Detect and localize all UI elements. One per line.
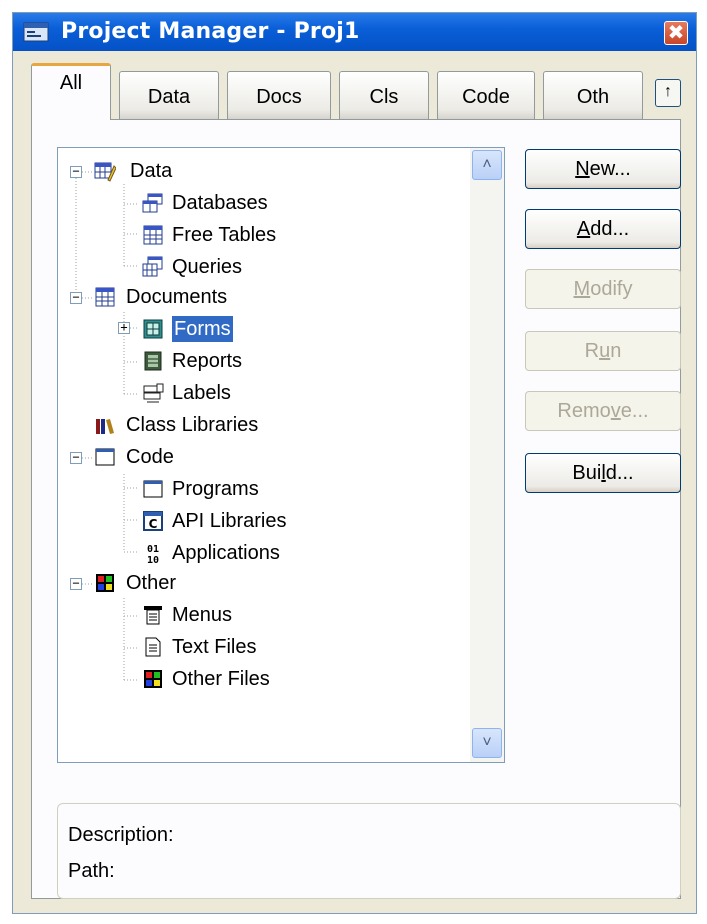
button-label-post: e... xyxy=(620,400,649,422)
documents-icon xyxy=(95,287,115,307)
tab-scroll-button[interactable]: ↑ xyxy=(655,79,681,107)
tree-item-label: Code xyxy=(126,446,174,468)
tab-data[interactable]: Data xyxy=(119,71,219,119)
arrow-up-icon: ↑ xyxy=(664,83,672,100)
tree-item-label: Other xyxy=(126,572,177,594)
tab-label: Docs xyxy=(256,86,302,108)
title-bar[interactable]: Project Manager - Proj1 ✖ xyxy=(13,13,696,51)
collapse-data-toggle[interactable]: − xyxy=(70,165,82,178)
build-button[interactable]: Build... xyxy=(525,453,681,493)
collapse-documents-toggle[interactable]: − xyxy=(70,291,82,304)
tab-all[interactable]: All xyxy=(31,63,111,120)
tree-item-label: Text Files xyxy=(172,636,257,658)
reports-icon xyxy=(144,351,162,371)
chevron-down-icon: ˅ xyxy=(482,734,492,751)
tab-cls[interactable]: Cls xyxy=(339,71,429,119)
tree-item-label: Queries xyxy=(172,256,243,278)
data-icon xyxy=(94,162,116,182)
tree-scrollbar[interactable]: ˄ ˅ xyxy=(470,148,504,762)
queries-icon xyxy=(142,256,163,277)
text-files-icon xyxy=(145,637,161,657)
collapse-code-toggle[interactable]: − xyxy=(70,451,82,464)
button-accelerator: N xyxy=(575,158,590,180)
class-libraries-icon xyxy=(96,419,114,434)
close-icon: ✖ xyxy=(667,22,685,44)
tab-label: Cls xyxy=(369,86,399,108)
tab-label: All xyxy=(59,72,83,94)
tab-label: Code xyxy=(462,86,510,108)
add-button[interactable]: Add... xyxy=(525,209,681,249)
tree-item-label: Labels xyxy=(172,382,231,404)
databases-icon xyxy=(142,193,163,213)
run-button[interactable]: Run xyxy=(525,331,681,371)
menus-icon xyxy=(144,606,162,625)
remove-button[interactable]: Remove... xyxy=(525,391,681,431)
tree-item-label: Class Libraries xyxy=(126,414,259,436)
other-files-icon xyxy=(144,670,162,688)
description-label: Description: xyxy=(68,824,174,846)
tab-code[interactable]: Code xyxy=(437,71,535,119)
tree-item-label: Applications xyxy=(172,542,280,564)
button-accelerator: M xyxy=(573,278,591,300)
close-button[interactable]: ✖ xyxy=(664,21,688,45)
tree-item-label: API Libraries xyxy=(172,510,287,532)
button-accelerator: v xyxy=(610,400,621,422)
code-icon xyxy=(95,448,115,466)
tree-item-label: Forms xyxy=(172,316,233,342)
path-label: Path: xyxy=(68,860,115,882)
modify-button[interactable]: Modify xyxy=(525,269,681,309)
collapse-other-toggle[interactable]: − xyxy=(70,577,82,590)
tree-item-label: Other Files xyxy=(172,668,270,690)
button-label-post: n xyxy=(610,340,622,362)
tree-item-label: Databases xyxy=(172,192,268,214)
tab-label: Data xyxy=(147,86,191,108)
button-label-pre: R xyxy=(584,340,600,362)
expand-forms-toggle[interactable]: + xyxy=(118,321,130,334)
free-tables-icon xyxy=(143,225,163,245)
chevron-up-icon: ˄ xyxy=(482,156,492,173)
tree-item-label: Free Tables xyxy=(172,224,277,246)
other-icon xyxy=(96,574,114,592)
button-label-post: dd... xyxy=(590,218,630,240)
tab-docs[interactable]: Docs xyxy=(227,71,331,119)
button-label-pre: Bui xyxy=(572,462,602,484)
tree-item-label: Data xyxy=(130,160,173,182)
labels-icon xyxy=(143,383,164,403)
api-libraries-icon: C xyxy=(143,511,163,531)
forms-icon xyxy=(143,319,163,339)
programs-icon xyxy=(143,480,163,498)
project-icon xyxy=(23,22,49,42)
button-accelerator: A xyxy=(576,218,591,240)
button-label-post: ew... xyxy=(589,158,631,180)
button-label-post: odify xyxy=(590,278,633,300)
tree-item-label: Documents xyxy=(126,286,228,308)
tab-label: Oth xyxy=(576,86,610,108)
applications-icon: 01 10 xyxy=(147,544,159,564)
svg-text:10: 10 xyxy=(147,555,159,564)
tree-item-label: Reports xyxy=(172,350,243,372)
tree-item-label: Menus xyxy=(172,604,233,626)
button-accelerator: u xyxy=(599,340,611,362)
tab-oth[interactable]: Oth xyxy=(543,71,643,119)
new-button[interactable]: New... xyxy=(525,149,681,189)
svg-text:01: 01 xyxy=(147,544,159,555)
svg-text:C: C xyxy=(149,517,158,531)
description-panel: Description: Path: xyxy=(57,803,681,899)
button-label-pre: Remo xyxy=(557,400,611,422)
project-manager-window: Project Manager - Proj1 ✖ All Data Docs … xyxy=(12,12,697,914)
scroll-down-button[interactable]: ˅ xyxy=(472,728,502,758)
window-title: Project Manager - Proj1 xyxy=(61,19,360,44)
button-label-post: d... xyxy=(605,462,634,484)
project-tree[interactable]: − Data Databases Free Tables Queries − D… xyxy=(57,147,505,763)
tree-item-label: Programs xyxy=(172,478,259,500)
scroll-up-button[interactable]: ˄ xyxy=(472,150,502,180)
